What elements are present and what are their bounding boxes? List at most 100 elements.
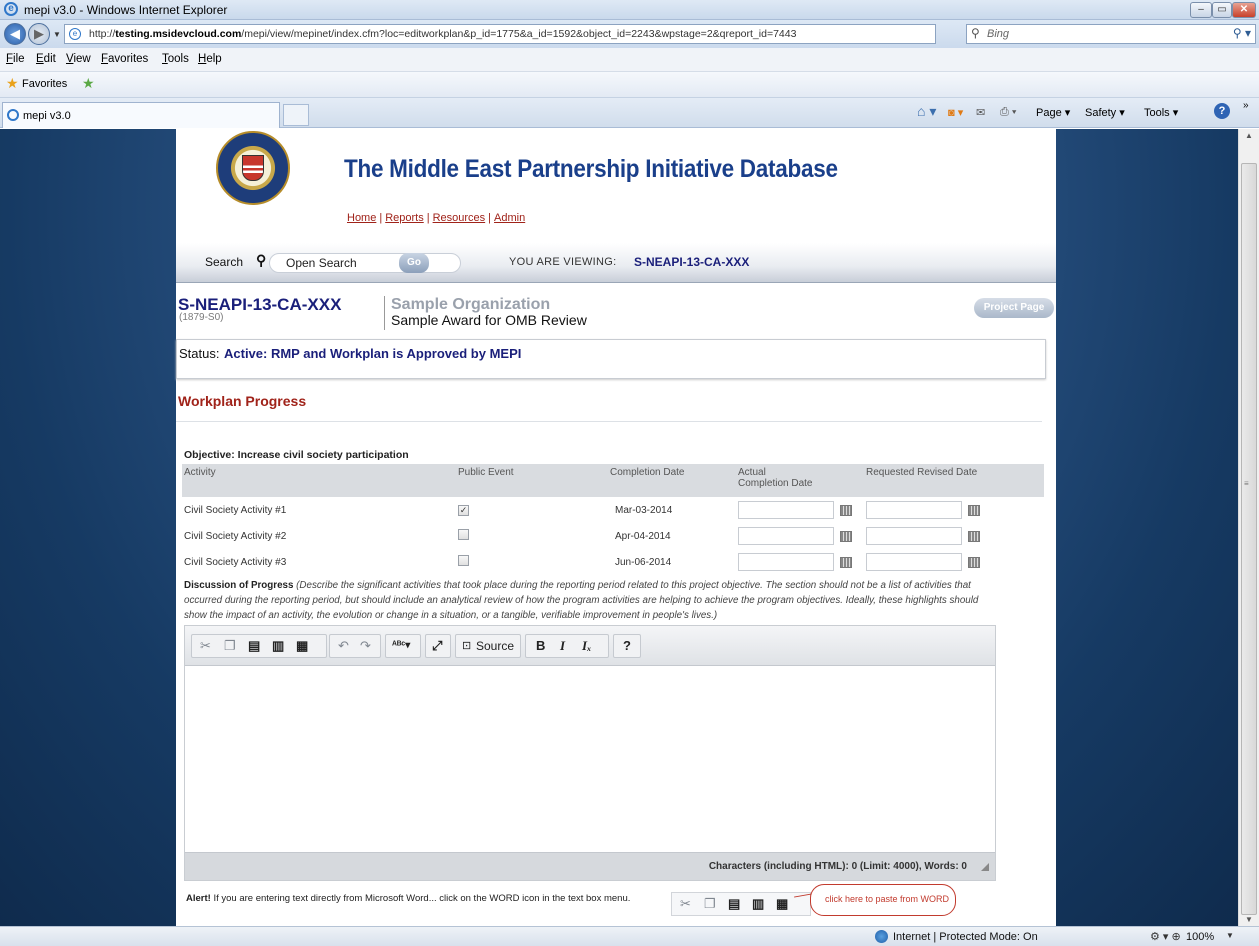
cut-icon[interactable]: ✂	[200, 638, 211, 654]
source-button[interactable]: Source	[476, 639, 514, 653]
favorites-button[interactable]: Favorites	[22, 78, 67, 90]
table-row: Civil Society Activity #3 Jun-06-2014	[182, 549, 1044, 575]
public-event-checkbox[interactable]	[458, 529, 469, 540]
help-icon[interactable]: ?	[1214, 103, 1230, 119]
revised-date-input[interactable]	[866, 527, 962, 545]
table-header-row: Activity Public Event Completion Date Ac…	[182, 464, 1044, 497]
forward-button[interactable]: ▶	[28, 23, 50, 45]
clear-format-button[interactable]: Iₓ	[582, 638, 591, 654]
menu-edit[interactable]: Edit	[36, 53, 56, 65]
activity-name: Civil Society Activity #3	[184, 556, 287, 568]
new-tab-button[interactable]	[283, 104, 309, 126]
search-icon: ⚲	[971, 26, 980, 40]
col-actual-completion-date: Actual Completion Date	[736, 464, 864, 497]
status-label: Status:	[179, 346, 220, 361]
public-event-checkbox[interactable]	[458, 555, 469, 566]
nav-admin[interactable]: Admin	[494, 212, 525, 224]
home-icon[interactable]: ⌂ ▾	[917, 103, 936, 120]
paste-word-icon[interactable]: ▦	[296, 638, 308, 654]
actual-date-input[interactable]	[738, 553, 834, 571]
address-bar[interactable]: e http://testing.msidevcloud.com/mepi/vi…	[64, 24, 1022, 44]
public-event-checkbox[interactable]: ✓	[458, 504, 469, 516]
search-input[interactable]: Open Search	[269, 253, 461, 273]
status-value: Active: RMP and Workplan is Approved by …	[224, 346, 522, 361]
paste-word-icon: ▦	[776, 896, 789, 911]
tab-mepi[interactable]: mepi v3.0	[2, 102, 280, 128]
browser-search-box[interactable]: ⚲ Bing ⚲ ▾	[966, 24, 1256, 44]
redo-icon[interactable]: ↷	[360, 638, 371, 654]
maximize-button[interactable]: ▭	[1212, 2, 1232, 18]
spellcheck-icon[interactable]: ᴬᴮᶜ▾	[392, 640, 410, 651]
paste-icon[interactable]: ▤	[248, 638, 260, 654]
maximize-editor-icon[interactable]: ⤢	[432, 638, 442, 654]
menu-view[interactable]: View	[66, 53, 91, 65]
menu-bar: File Edit View Favorites Tools Help	[0, 48, 1259, 72]
editor-help-button[interactable]: ?	[623, 638, 631, 653]
tools-menu[interactable]: Tools ▾	[1144, 106, 1178, 119]
zoom-level[interactable]: 100%	[1186, 931, 1214, 943]
scroll-down-icon[interactable]: ▼	[1245, 915, 1253, 924]
nav-reports[interactable]: Reports	[385, 212, 424, 224]
minimize-button[interactable]: –	[1190, 2, 1212, 18]
vertical-scrollbar[interactable]: ▲ ≡ ▼	[1238, 129, 1259, 926]
revised-date-cell	[864, 497, 1044, 523]
revised-date-input[interactable]	[866, 501, 962, 519]
back-button[interactable]: ◀	[4, 23, 26, 45]
calendar-icon[interactable]	[840, 530, 852, 542]
calendar-icon[interactable]	[968, 504, 980, 516]
top-navigation: Home | Reports | Resources | Admin	[347, 212, 525, 224]
revised-date-input[interactable]	[866, 553, 962, 571]
nav-resources[interactable]: Resources	[433, 212, 486, 224]
calendar-icon[interactable]	[968, 556, 980, 568]
safety-menu[interactable]: Safety ▾	[1085, 106, 1125, 119]
search-go-icon[interactable]: ⚲ ▾	[1233, 26, 1251, 40]
recent-pages-dropdown-icon[interactable]: ▼	[53, 30, 61, 39]
calendar-icon[interactable]	[840, 556, 852, 568]
editor-textarea[interactable]	[185, 666, 995, 852]
viewing-value: S-NEAPI-13-CA-XXX	[634, 255, 750, 269]
copy-icon[interactable]: ❐	[224, 638, 236, 654]
undo-icon[interactable]: ↶	[338, 638, 349, 654]
more-commands-icon[interactable]: »	[1243, 100, 1249, 111]
feeds-icon[interactable]: ◙ ▾	[948, 106, 963, 119]
menu-tools[interactable]: Tools	[162, 53, 189, 65]
actual-date-cell	[736, 523, 864, 549]
calendar-icon[interactable]	[840, 504, 852, 516]
close-window-button[interactable]: ✕	[1232, 2, 1256, 18]
project-page-button[interactable]: Project Page	[974, 298, 1054, 318]
browser-search-placeholder[interactable]: Bing	[987, 28, 1009, 40]
go-button[interactable]: Go	[399, 253, 429, 273]
state-department-seal	[216, 131, 290, 205]
mail-icon[interactable]: ✉	[976, 106, 985, 119]
menu-help[interactable]: Help	[198, 53, 222, 65]
table-row: Civil Society Activity #2 Apr-04-2014	[182, 523, 1044, 549]
header-divider	[384, 296, 385, 330]
favorites-star-icon[interactable]: ★	[6, 75, 19, 92]
italic-button[interactable]: I	[560, 638, 565, 654]
resize-handle[interactable]	[981, 863, 989, 871]
character-count: Characters (including HTML): 0 (Limit: 4…	[708, 861, 967, 872]
actual-date-input[interactable]	[738, 527, 834, 545]
address-url[interactable]: http://testing.msidevcloud.com/mepi/view…	[89, 28, 796, 40]
source-icon[interactable]: ⊡	[462, 639, 471, 652]
zoom-icon[interactable]: ⚙ ▾ ⊕	[1150, 930, 1181, 943]
calendar-icon[interactable]	[968, 530, 980, 542]
bold-button[interactable]: B	[536, 638, 545, 653]
nav-home[interactable]: Home	[347, 212, 376, 224]
security-zone[interactable]: Internet | Protected Mode: On	[893, 931, 1038, 943]
format-group: B I Iₓ	[525, 634, 609, 658]
search-icon: ⚲	[256, 252, 267, 268]
scroll-thumb[interactable]	[1241, 163, 1257, 915]
print-icon[interactable]: ⎙ ▾	[1000, 106, 1016, 119]
page-menu[interactable]: Page ▾	[1036, 106, 1070, 119]
actual-date-input[interactable]	[738, 501, 834, 519]
scroll-up-icon[interactable]: ▲	[1245, 131, 1253, 140]
viewing-label: YOU ARE VIEWING:	[509, 256, 617, 268]
section-divider	[176, 421, 1042, 422]
menu-file[interactable]: File	[6, 53, 25, 65]
paste-text-icon[interactable]: ▥	[272, 638, 284, 654]
window-title-bar: e mepi v3.0 - Windows Internet Explorer …	[0, 0, 1259, 20]
menu-favorites[interactable]: Favorites	[101, 53, 148, 65]
zoom-dropdown-icon[interactable]: ▼	[1226, 931, 1234, 940]
add-favorite-icon[interactable]: ★	[82, 75, 95, 92]
